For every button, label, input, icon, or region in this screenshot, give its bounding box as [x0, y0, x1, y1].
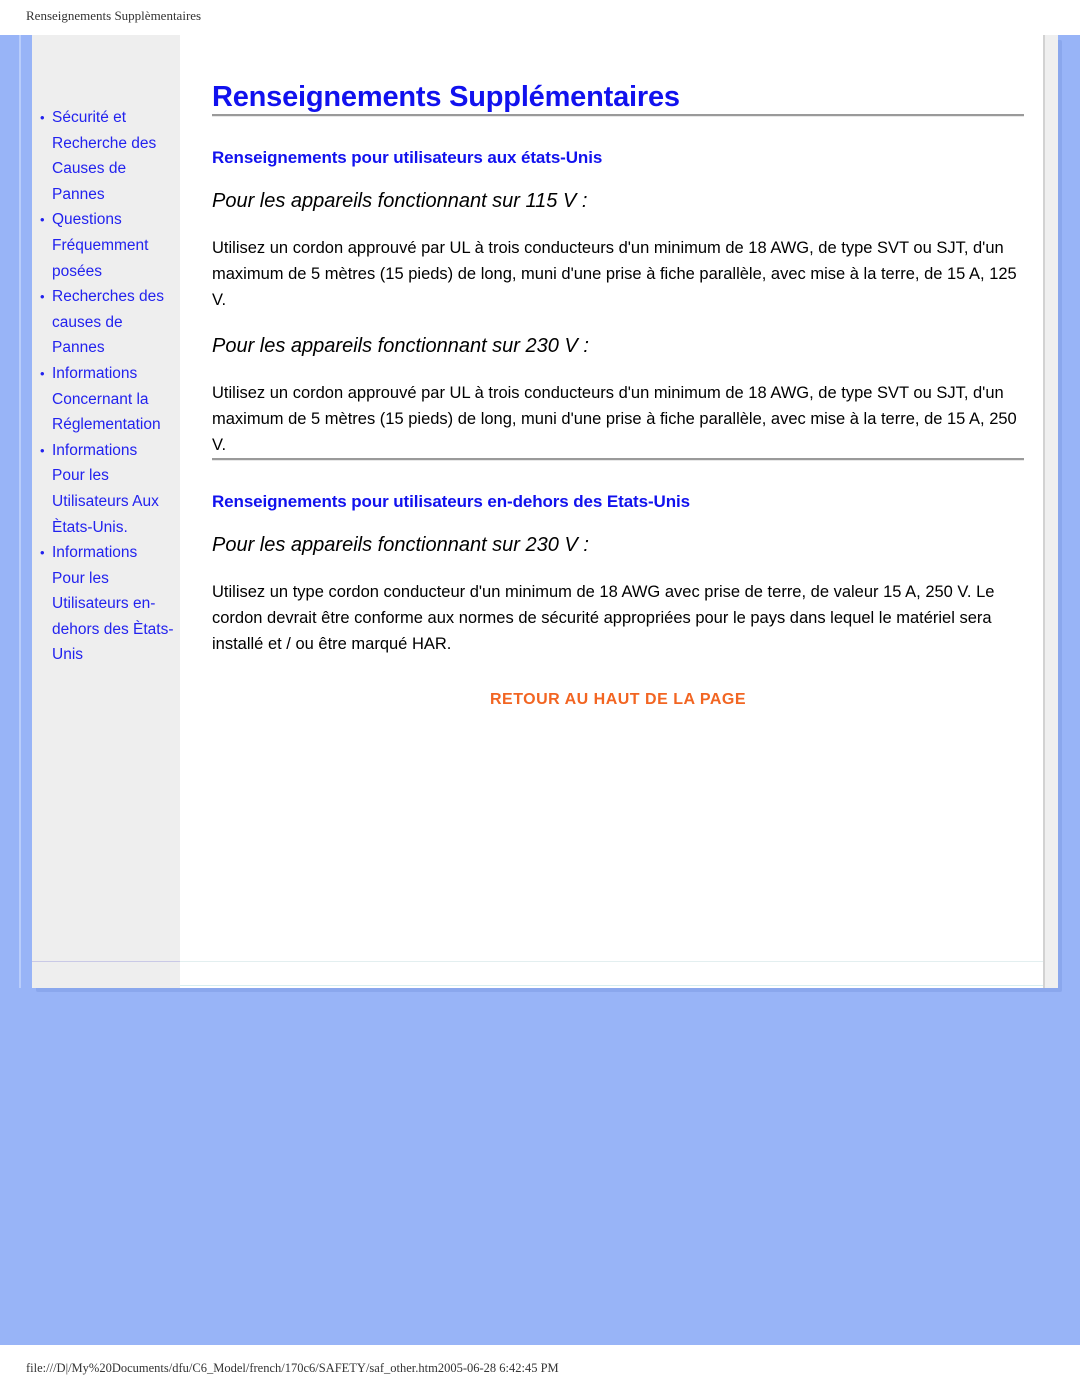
bullet-icon: •	[40, 365, 45, 381]
body-text-230v-us: Utilisez un cordon approuvé par UL à tro…	[212, 384, 1017, 454]
sidebar-item-recherches-des-causes-de-pannes[interactable]: • Recherches des causes de Pannes	[40, 284, 174, 361]
sidebar-item-label: Informations Pour les Utilisateurs en-de…	[52, 544, 174, 664]
sidebar-item-label: Informations Pour les Utilisateurs Aux È…	[52, 441, 159, 536]
back-to-top-link[interactable]: RETOUR AU HAUT DE LA PAGE	[490, 691, 746, 708]
section-heading-outside-us: Renseignements pour utilisateurs en-deho…	[212, 492, 690, 511]
print-page-header: Renseignements Supplèmentaires	[0, 0, 1080, 35]
sidebar-item-informations-utilisateurs-en-dehors-etats-unis[interactable]: • Informations Pour les Utilisateurs en-d…	[40, 540, 174, 668]
subheading-230v-outside-us: Pour les appareils fonctionnant sur 230 …	[212, 534, 589, 556]
sidebar-navigation: • Sécurité et Recherche des Causes de Pan…	[32, 35, 180, 988]
main-content: Renseignements Supplémentaires Renseigne…	[180, 35, 1058, 988]
body-text-230v-outside-us: Utilisez un type cordon conducteur d'un …	[212, 583, 995, 653]
sidebar-item-informations-utilisateurs-etats-unis[interactable]: • Informations Pour les Utilisateurs Aux …	[40, 438, 174, 540]
bullet-icon: •	[40, 110, 45, 125]
subheading-230v-us: Pour les appareils fonctionnant sur 230 …	[212, 335, 589, 357]
print-header-title: Renseignements Supplèmentaires	[26, 8, 202, 23]
sidebar-item-informations-reglementation[interactable]: • Informations Concernant la Réglementati…	[40, 361, 174, 438]
print-page-footer: file:///D|/My%20Documents/dfu/C6_Model/f…	[0, 1345, 1080, 1397]
sidebar-nav-list: • Sécurité et Recherche des Causes de Pan…	[32, 105, 180, 668]
sidebar-item-questions-frequemment-posees[interactable]: • Questions Fréquemment posées	[40, 207, 174, 284]
sidebar-item-securite-recherche-causes-pannes[interactable]: • Sécurité et Recherche des Causes de Pan…	[40, 105, 174, 207]
section-heading-us: Renseignements pour utilisateurs aux éta…	[212, 148, 603, 167]
print-footer-path: file:///D|/My%20Documents/dfu/C6_Model/f…	[26, 1361, 559, 1375]
back-to-top-container: RETOUR AU HAUT DE LA PAGE	[212, 657, 1024, 709]
page-title: Renseignements Supplémentaires	[212, 81, 680, 113]
bullet-icon: •	[40, 212, 45, 228]
sidebar-item-label: Sécurité et Recherche des Causes de Pann…	[52, 109, 157, 203]
body-text-115v: Utilisez un cordon approuvé par UL à tro…	[212, 239, 1017, 309]
left-accent-rule	[19, 35, 21, 988]
scrollbar-track[interactable]	[1045, 35, 1058, 988]
document-body: • Sécurité et Recherche des Causes de Pan…	[32, 35, 1058, 988]
sidebar-item-label: Recherches des causes de Pannes	[52, 288, 165, 357]
bullet-icon: •	[40, 442, 45, 458]
bullet-icon: •	[40, 289, 45, 305]
bullet-icon: •	[40, 545, 45, 561]
sidebar-item-label: Informations Concernant la Réglementatio…	[52, 364, 161, 434]
content-bottom-separator-upper	[180, 961, 1058, 962]
subheading-115v: Pour les appareils fonctionnant sur 115 …	[212, 190, 588, 212]
sidebar-bottom-separator	[32, 961, 180, 962]
content-bottom-separator-lower	[180, 985, 1058, 986]
sidebar-item-label: Questions Fréquemment posées	[52, 211, 149, 280]
